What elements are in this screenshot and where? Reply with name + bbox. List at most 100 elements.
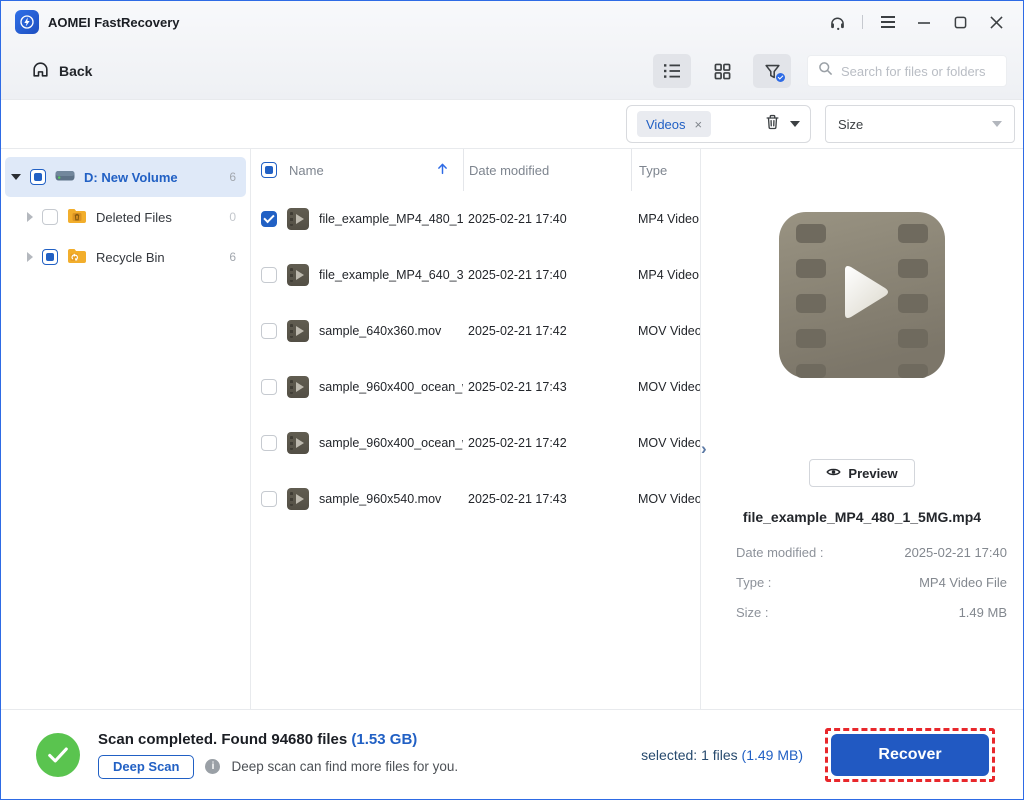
expand-arrow-icon[interactable]: [11, 174, 21, 180]
sort-up-arrow-icon[interactable]: [436, 162, 449, 178]
filter-tag-label: Videos: [646, 117, 686, 132]
preview-button[interactable]: Preview: [809, 459, 915, 487]
file-date: 2025-02-21 17:43: [463, 492, 631, 506]
search-box[interactable]: [807, 55, 1007, 87]
file-type: MP4 Video File: [631, 212, 700, 226]
sidebar-item-recycle-bin[interactable]: Recycle Bin 6: [5, 237, 246, 277]
column-header-date[interactable]: Date modified: [469, 163, 549, 178]
preview-button-label: Preview: [848, 466, 897, 481]
video-play-thumb-icon: [287, 208, 309, 230]
file-name: sample_960x400_ocean_w...: [319, 436, 463, 450]
row-checkbox[interactable]: [261, 491, 277, 507]
file-list: Name Date modified Type file_example_MP4…: [251, 149, 701, 709]
grid-view-button[interactable]: [703, 54, 741, 88]
detail-label: Size :: [736, 605, 769, 620]
info-circle-icon: i: [205, 759, 220, 774]
column-header-name[interactable]: Name: [289, 163, 324, 178]
sidebar-item-deleted-files[interactable]: Deleted Files 0: [5, 197, 246, 237]
sidebar-tree: D: New Volume 6 Deleted Files 0 Recycle …: [1, 149, 251, 709]
filter-tag-videos[interactable]: Videos ×: [637, 111, 711, 137]
detail-value: 1.49 MB: [959, 605, 1007, 620]
trash-icon[interactable]: [765, 114, 780, 135]
home-icon: [31, 60, 50, 82]
file-row[interactable]: sample_960x540.mov 2025-02-21 17:43 MOV …: [251, 471, 700, 527]
deep-scan-hint: Deep scan can find more files for you.: [231, 759, 458, 774]
headset-icon[interactable]: [822, 8, 852, 36]
recover-annotation-box: Recover: [825, 728, 995, 782]
file-name: sample_960x540.mov: [319, 492, 463, 506]
row-checkbox[interactable]: [261, 267, 277, 283]
column-header-type[interactable]: Type: [639, 163, 667, 178]
file-date: 2025-02-21 17:43: [463, 380, 631, 394]
filter-active-badge-icon: [776, 73, 785, 82]
video-play-thumb-icon: [287, 488, 309, 510]
file-name: file_example_MP4_480_1_...: [319, 212, 463, 226]
file-name: file_example_MP4_640_3...: [319, 268, 463, 282]
file-row[interactable]: sample_960x400_ocean_w... 2025-02-21 17:…: [251, 415, 700, 471]
detail-row: Date modified : 2025-02-21 17:40: [736, 545, 1007, 560]
search-input[interactable]: [841, 64, 1017, 79]
collapse-arrow-icon[interactable]: [27, 252, 33, 262]
size-filter-dropdown[interactable]: Size: [825, 105, 1015, 143]
filter-row: Videos × Size: [1, 99, 1023, 148]
status-bar: Scan completed. Found 94680 files (1.53 …: [1, 709, 1023, 799]
minimize-button[interactable]: [909, 8, 939, 36]
recycle-bin-checkbox[interactable]: [42, 249, 58, 265]
type-filter-box[interactable]: Videos ×: [626, 105, 811, 143]
file-date: 2025-02-21 17:42: [463, 436, 631, 450]
list-view-button[interactable]: [653, 54, 691, 88]
sidebar-item-drive-d[interactable]: D: New Volume 6: [5, 157, 246, 197]
file-type: MP4 Video File: [631, 268, 700, 282]
row-checkbox[interactable]: [261, 323, 277, 339]
close-button[interactable]: [981, 8, 1011, 36]
folder-trash-icon: [67, 208, 87, 227]
deep-scan-button[interactable]: Deep Scan: [98, 755, 194, 779]
detail-value: 2025-02-21 17:40: [904, 545, 1007, 560]
magnifier-icon: [818, 61, 833, 81]
video-play-thumb-icon: [287, 376, 309, 398]
back-button[interactable]: Back: [31, 60, 92, 82]
item-count: 6: [229, 170, 236, 184]
file-details: Date modified : 2025-02-21 17:40 Type : …: [701, 545, 1023, 620]
file-row[interactable]: sample_640x360.mov 2025-02-21 17:42 MOV …: [251, 303, 700, 359]
row-checkbox[interactable]: [261, 211, 277, 227]
detail-row: Size : 1.49 MB: [736, 605, 1007, 620]
detail-value: MP4 Video File: [919, 575, 1007, 590]
scan-size-text: (1.53 GB): [351, 731, 417, 748]
file-type: MOV Video: [631, 324, 700, 338]
deleted-files-checkbox[interactable]: [42, 209, 58, 225]
sidebar-item-label: Deleted Files: [96, 210, 172, 225]
top-chrome: AOMEI FastRecovery: [1, 1, 1023, 99]
collapse-arrow-icon[interactable]: [27, 212, 33, 222]
file-date: 2025-02-21 17:42: [463, 324, 631, 338]
chevron-right-icon[interactable]: ›: [701, 440, 707, 457]
selected-size-text: (1.49 MB): [742, 747, 803, 763]
file-row[interactable]: file_example_MP4_640_3... 2025-02-21 17:…: [251, 247, 700, 303]
video-play-thumb-icon: [287, 320, 309, 342]
row-checkbox[interactable]: [261, 435, 277, 451]
chevron-down-icon[interactable]: [790, 121, 800, 127]
toolbar: Back: [1, 43, 1023, 99]
main-content: D: New Volume 6 Deleted Files 0 Recycle …: [1, 148, 1023, 709]
back-label: Back: [59, 63, 92, 79]
filter-tag-remove-icon[interactable]: ×: [695, 118, 703, 131]
select-all-checkbox[interactable]: [261, 162, 277, 178]
file-row[interactable]: file_example_MP4_480_1_... 2025-02-21 17…: [251, 191, 700, 247]
file-date: 2025-02-21 17:40: [463, 212, 631, 226]
eye-icon: [826, 466, 841, 481]
app-window: AOMEI FastRecovery: [0, 0, 1024, 800]
filter-button[interactable]: [753, 54, 791, 88]
file-row[interactable]: sample_960x400_ocean_w... 2025-02-21 17:…: [251, 359, 700, 415]
titlebar-separator: [862, 15, 863, 29]
item-count: 0: [229, 210, 236, 224]
maximize-button[interactable]: [945, 8, 975, 36]
file-type: MOV Video: [631, 380, 700, 394]
film-play-icon: [779, 212, 945, 383]
check-circle-icon: [36, 733, 80, 777]
app-logo-icon: [15, 10, 39, 34]
row-checkbox[interactable]: [261, 379, 277, 395]
drive-checkbox[interactable]: [30, 169, 46, 185]
hamburger-menu-icon[interactable]: [873, 8, 903, 36]
recover-button[interactable]: Recover: [831, 734, 989, 776]
drive-icon: [55, 169, 75, 185]
